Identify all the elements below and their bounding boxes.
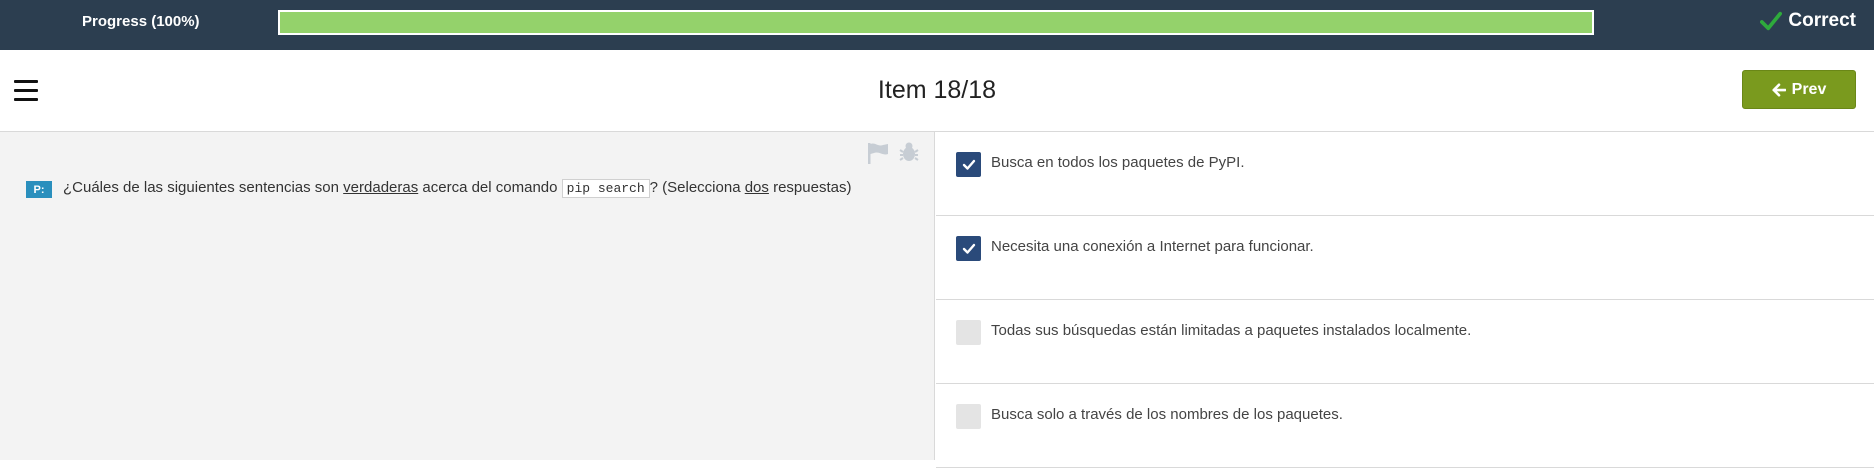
item-title: Item 18/18 xyxy=(877,76,997,104)
progress-label: Progress (100%) xyxy=(82,13,200,30)
answer-label: Necesita una conexión a Internet para fu… xyxy=(991,238,1314,255)
correct-status: Correct xyxy=(1760,10,1856,32)
question-text-part: respuestas) xyxy=(768,179,852,196)
question-badge: P: xyxy=(26,181,52,198)
answer-label: Todas sus búsquedas están limitadas a pa… xyxy=(991,322,1472,339)
answer-option[interactable]: Busca solo a través de los nombres de lo… xyxy=(936,384,1874,468)
answer-option[interactable]: Busca en todos los paquetes de PyPI. xyxy=(936,132,1874,216)
answer-option[interactable]: Todas sus búsquedas están limitadas a pa… xyxy=(936,300,1874,384)
bug-icon[interactable] xyxy=(898,141,920,163)
question-code: pip search xyxy=(561,179,650,198)
question-emphasis: verdaderas xyxy=(343,179,419,196)
answer-option[interactable]: Necesita una conexión a Internet para fu… xyxy=(936,216,1874,300)
question-text-part: acerca del comando xyxy=(418,179,562,196)
question-text-part: ¿Cuáles de las siguientes sentencias son xyxy=(63,179,344,196)
question-text-part: ? (Selecciona xyxy=(649,179,745,196)
question-emphasis: dos xyxy=(744,179,769,196)
arrow-left-icon xyxy=(1772,82,1786,97)
flag-icon[interactable] xyxy=(866,142,890,164)
check-icon xyxy=(1760,11,1783,31)
question-text: ¿Cuáles de las siguientes sentencias son… xyxy=(63,179,852,198)
status-text: Correct xyxy=(1788,10,1856,31)
answer-label: Busca solo a través de los nombres de lo… xyxy=(991,406,1343,423)
answers-list: Busca en todos los paquetes de PyPI. Nec… xyxy=(936,132,1874,468)
prev-button-label: Prev xyxy=(1791,80,1827,98)
progress-fill xyxy=(280,12,1592,33)
item-header: Item 18/18 Prev xyxy=(0,50,1874,132)
progress-track xyxy=(278,10,1594,35)
question-panel: P: ¿Cuáles de las siguientes sentencias … xyxy=(0,132,935,460)
answer-checkbox[interactable] xyxy=(956,320,981,345)
progress-bar-header: Progress (100%) Correct xyxy=(0,0,1874,50)
checkmark-icon xyxy=(962,243,975,254)
prev-button[interactable]: Prev xyxy=(1742,70,1856,109)
answer-checkbox[interactable] xyxy=(956,152,981,177)
answer-checkbox[interactable] xyxy=(956,404,981,429)
answer-label: Busca en todos los paquetes de PyPI. xyxy=(991,154,1245,171)
answer-checkbox[interactable] xyxy=(956,236,981,261)
checkmark-icon xyxy=(962,159,975,170)
